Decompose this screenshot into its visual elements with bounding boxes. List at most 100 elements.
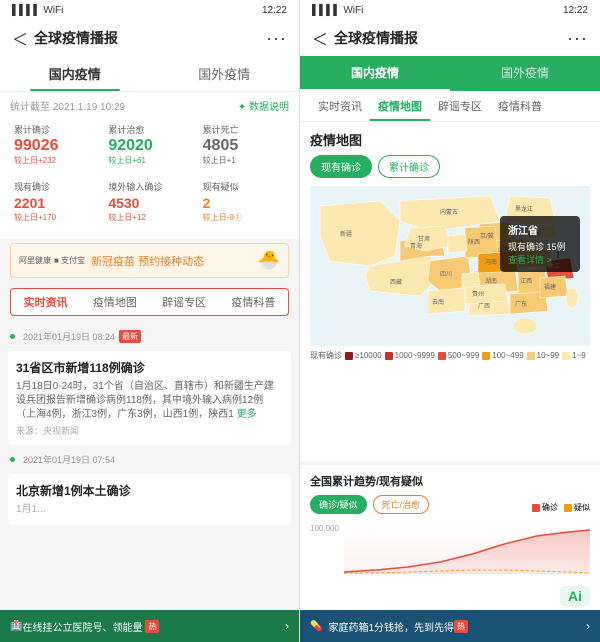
sub-tab-rumor[interactable]: 辟谣专区 <box>150 289 219 315</box>
medicine-icon: 💊 <box>310 621 322 632</box>
right-back-button[interactable]: ＜ <box>312 26 328 50</box>
legend-dot-5 <box>527 352 535 360</box>
bottom-banner-text: 在线挂公立医院号、领能量 <box>22 619 142 634</box>
right-sub-tab-rumor[interactable]: 辟谣专区 <box>430 91 490 121</box>
right-status-bar: ▌▌▌▌ WiFi 12:22 <box>300 0 600 20</box>
stat-confirmed-change: 较上日+232 <box>14 155 96 166</box>
left-header: ＜ 全球疫情播报 ··· <box>0 20 299 56</box>
vaccine-banner[interactable]: 阿里健康 ■ 支付宝 新冠疫苗 预约接种动态 🐣 <box>10 243 289 278</box>
news-more-1[interactable]: 更多 <box>237 409 257 420</box>
legend-item-3: 500~999 <box>438 351 479 360</box>
news-card-1[interactable]: 31省区市新增118例确诊 1月18日0-24时，31个省（自治区、直辖市）和新… <box>8 351 291 445</box>
wifi-icon: WiFi <box>43 5 63 16</box>
stat-active: 现有确诊 2201 较上日+170 <box>10 176 100 227</box>
legend-item-4: 100~499 <box>482 351 523 360</box>
map-tab-active[interactable]: 现有确诊 <box>310 155 372 178</box>
svg-text:四川: 四川 <box>440 271 452 278</box>
news-item-2-date: 2021年01月19日 07:54 <box>0 449 299 470</box>
stat-confirmed-value: 99026 <box>14 138 96 154</box>
trend-chart <box>344 524 590 574</box>
left-status-bar: ▌▌▌▌ WiFi 12:22 <box>0 0 299 20</box>
tab-overseas[interactable]: 国外疫情 <box>150 56 300 91</box>
trend-section: 全国累计趋势/现有疑似 确诊/疑似 死亡/治愈 确诊 疑似 100,000 <box>300 465 600 582</box>
trend-tab-confirmed[interactable]: 确诊/疑似 <box>310 495 367 514</box>
right-more-button[interactable]: ··· <box>567 28 588 49</box>
stat-deaths: 累计死亡 4805 较上日+1 <box>199 119 289 170</box>
left-header-left: ＜ 全球疫情播报 <box>12 26 118 50</box>
svg-text:京/冀: 京/冀 <box>480 232 494 240</box>
right-signal-icon: ▌▌▌▌ <box>312 5 340 16</box>
map-section: 疫情地图 现有确诊 累计确诊 <box>300 122 600 461</box>
stat-active-label: 现有确诊 <box>14 180 96 193</box>
svg-text:内蒙古: 内蒙古 <box>440 208 458 216</box>
svg-text:黑龙江: 黑龙江 <box>515 205 533 213</box>
stat-confirmed: 累计确诊 99026 较上日+232 <box>10 119 100 170</box>
legend-item-6: 1~9 <box>562 351 586 360</box>
legend-text-3: 500~999 <box>448 351 479 360</box>
right-tab-domestic[interactable]: 国内疫情 <box>300 56 450 91</box>
svg-text:西藏: 西藏 <box>390 278 402 286</box>
right-sub-tab-map[interactable]: 疫情地图 <box>370 91 430 121</box>
legend-text-5: 10~99 <box>537 351 559 360</box>
bottom-banner-hot: 热 <box>145 620 159 633</box>
trend-legend-text-suspected: 疑似 <box>574 502 590 513</box>
map-tab-cumulative[interactable]: 累计确诊 <box>378 155 440 178</box>
news-title-1: 31省区市新增118例确诊 <box>16 359 283 376</box>
tooltip-province: 浙江省 <box>508 222 572 237</box>
stats-header: 统计截至 2021.1.19 10:29 ✦ 数据说明 <box>10 98 289 113</box>
news-badge-1: 最新 <box>119 330 141 343</box>
left-page-title: 全球疫情播报 <box>34 28 118 48</box>
left-bottom-banner[interactable]: 🏥 在线挂公立医院号、领能量 热 › <box>0 610 299 642</box>
map-legend: 现有确诊 ≥10000 1000~9999 500~999 100~499 10… <box>310 350 590 361</box>
stats-date: 统计截至 2021.1.19 10:29 <box>10 98 125 113</box>
data-explanation-link[interactable]: ✦ 数据说明 <box>238 98 289 113</box>
ai-label[interactable]: Ai <box>560 586 590 606</box>
svg-text:广西: 广西 <box>478 302 490 310</box>
svg-text:贵州: 贵州 <box>472 290 484 298</box>
map-tooltip: 浙江省 现有确诊 15例 查看详情 > <box>500 216 580 272</box>
trend-legend-dot-suspected <box>564 504 572 512</box>
right-bottom-banner-text: 家庭药箱1分钱抢，先到先得 <box>328 619 454 634</box>
right-time: 12:22 <box>563 5 588 16</box>
legend-text-1: ≥10000 <box>355 351 382 360</box>
right-tab-overseas[interactable]: 国外疫情 <box>450 56 600 91</box>
right-banner-arrow: › <box>586 619 590 633</box>
stat-deaths-value: 4805 <box>203 138 285 154</box>
svg-text:福建: 福建 <box>544 283 556 291</box>
trend-title: 全国累计趋势/现有疑似 <box>310 473 590 489</box>
right-status-left: ▌▌▌▌ WiFi <box>312 5 363 16</box>
tab-domestic[interactable]: 国内疫情 <box>0 56 150 91</box>
map-tabs: 现有确诊 累计确诊 <box>310 155 590 178</box>
legend-item-5: 10~99 <box>527 351 559 360</box>
sub-tab-science[interactable]: 疫情科普 <box>219 289 288 315</box>
legend-item-2: 1000~9999 <box>385 351 435 360</box>
back-button[interactable]: ＜ <box>12 26 28 50</box>
svg-text:河南: 河南 <box>485 258 497 266</box>
news-source-1: 来源：央视新闻 <box>16 424 283 437</box>
trend-y-axis: 100,000 <box>310 524 340 574</box>
legend-dot-2 <box>385 352 393 360</box>
sub-tab-map[interactable]: 疫情地图 <box>80 289 149 315</box>
trend-legend-suspected: 疑似 <box>564 502 590 513</box>
news-card-2[interactable]: 北京新增1例本土确诊 1月1... <box>8 474 291 525</box>
trend-tab-deaths[interactable]: 死亡/治愈 <box>373 495 430 514</box>
stat-imported-label: 境外输入确诊 <box>108 180 190 193</box>
stat-suspected-value: 2 <box>203 195 285 211</box>
stat-imported: 境外输入确诊 4530 较上日+12 <box>104 176 194 227</box>
banner-arrow: › <box>285 619 289 633</box>
right-bottom-banner[interactable]: 💊 家庭药箱1分钱抢，先到先得 热 › <box>300 610 600 642</box>
legend-text-4: 100~499 <box>492 351 523 360</box>
divider-dot-2 <box>10 457 15 462</box>
svg-text:新疆: 新疆 <box>340 230 352 238</box>
tooltip-link[interactable]: 查看详情 > <box>508 253 572 266</box>
more-button[interactable]: ··· <box>266 28 287 49</box>
right-sub-tab-news[interactable]: 实时资讯 <box>310 91 370 121</box>
sub-tab-news[interactable]: 实时资讯 <box>11 289 80 315</box>
left-time: 12:22 <box>262 5 287 16</box>
right-wifi-icon: WiFi <box>343 5 363 16</box>
right-sub-tab-science[interactable]: 疫情科普 <box>490 91 550 121</box>
legend-label: 现有确诊 <box>310 350 342 361</box>
legend-dot-4 <box>482 352 490 360</box>
stat-imported-value: 4530 <box>108 195 190 211</box>
right-bottom-hot: 热 <box>454 620 468 633</box>
